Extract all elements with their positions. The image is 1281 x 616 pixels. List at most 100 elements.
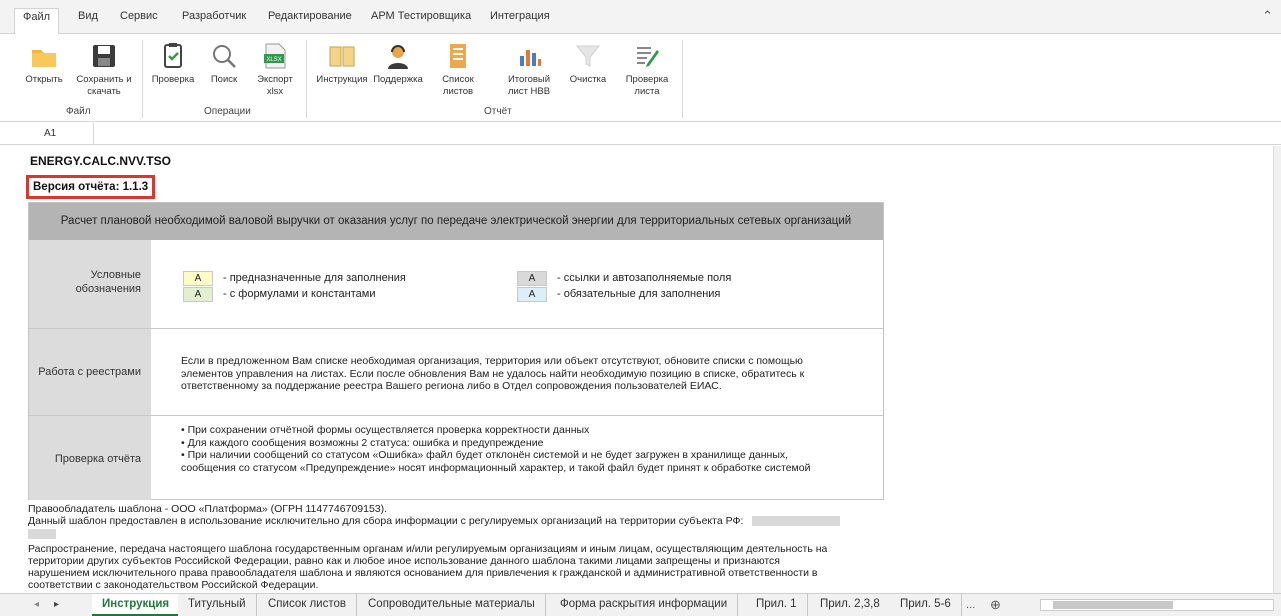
legal-line: Распространение, передача настоящего шаб… <box>28 543 828 555</box>
svg-text:XLSX: XLSX <box>266 57 281 63</box>
report-version-text: Версия отчёта: 1.1.3 <box>33 181 149 193</box>
tab-view[interactable]: Вид <box>78 10 98 22</box>
sheet-tab-title[interactable]: Титульный <box>178 594 257 616</box>
legend-sample-formula: A <box>183 287 213 302</box>
tab-editing[interactable]: Редактирование <box>268 10 352 22</box>
nvv-summary-label: Итоговый лист НВВ <box>507 74 551 97</box>
sheet-tab-app56[interactable]: Прил. 5-6 <box>890 594 962 616</box>
registries-text: Если в предложенном Вам списке необходим… <box>181 355 804 393</box>
open-button[interactable]: Открыть <box>22 42 66 86</box>
add-sheet-icon[interactable]: ⊕ <box>990 597 1001 613</box>
check-button[interactable]: Проверка <box>150 42 196 86</box>
sheet-area: ENERGY.CALC.NVV.TSO Версия отчёта: 1.1.3… <box>0 146 1281 593</box>
vertical-scrollbar[interactable] <box>1273 146 1281 593</box>
clear-label: Очистка <box>569 74 607 85</box>
copyright-line: Правообладатель шаблона - ООО «Платформа… <box>28 503 388 515</box>
instruction-label: Инструкция <box>316 74 368 85</box>
check-line: сообщения со статусом «Предупреждение» н… <box>181 461 811 474</box>
tab-service[interactable]: Сервис <box>120 10 158 22</box>
row-divider <box>29 328 883 329</box>
sheets-list-label: Список листов <box>442 74 474 97</box>
instruction-table: Расчет плановой необходимой валовой выру… <box>28 202 884 500</box>
prev-sheet-icon[interactable]: ◂ <box>34 599 39 610</box>
sheet-tab-app238[interactable]: Прил. 2,3,8 <box>810 594 891 616</box>
save-icon <box>93 45 115 67</box>
check-label: Проверка <box>151 74 195 85</box>
sheet-check-icon <box>637 47 659 67</box>
registries-line: ответственному за поддержание реестра Ва… <box>181 380 722 392</box>
clear-button[interactable]: Очистка <box>568 42 608 86</box>
usage-line: Данный шаблон предоставлен в использован… <box>28 515 841 528</box>
legend-text-links: - ссылки и автозаполняемые поля <box>557 272 732 284</box>
check-text: • При сохранении отчётной формы осуществ… <box>181 424 810 474</box>
more-sheets-icon[interactable]: ... <box>966 599 975 611</box>
filter-clear-icon <box>575 45 601 67</box>
book-icon <box>329 46 355 67</box>
xlsx-icon: XLSX <box>264 43 286 69</box>
search-button[interactable]: Поиск <box>204 42 244 86</box>
check-label-cell: Проверка отчёта <box>29 416 151 500</box>
sheets-list-icon <box>450 44 466 68</box>
group-separator <box>682 40 683 118</box>
sheet-tab-materials[interactable]: Сопроводительные материалы <box>358 594 546 616</box>
sheet-tab-instruction[interactable]: Инструкция <box>92 594 181 616</box>
legend-text-required: - обязательные для заполнения <box>557 288 721 300</box>
folder-icon <box>32 50 56 67</box>
tab-integration[interactable]: Интеграция <box>490 10 550 22</box>
open-label: Открыть <box>25 74 63 85</box>
legend-label-text: Условные обозначения <box>75 269 141 295</box>
sheet-check-label: Проверка листа <box>625 74 669 97</box>
sheets-list-button[interactable]: Список листов <box>438 42 478 98</box>
check-line: • При наличии сообщений со статусом «Оши… <box>181 449 789 461</box>
collapse-ribbon-icon[interactable]: ⌃ <box>1262 8 1273 24</box>
chart-icon <box>520 50 541 66</box>
group-label-operations: Операции <box>204 106 251 117</box>
legend-text-input: - предназначенные для заполнения <box>223 272 406 284</box>
legal-line: нарушением исключительного права правооб… <box>28 567 818 579</box>
search-label: Поиск <box>210 74 238 85</box>
check-icon <box>164 43 182 68</box>
legal-line: территории других субъектов Российской Ф… <box>28 555 780 567</box>
next-sheet-icon[interactable]: ▸ <box>54 599 59 610</box>
group-separator <box>142 40 143 118</box>
row-divider <box>29 415 883 416</box>
legend-sample-required: A <box>517 287 547 302</box>
usage-text: Данный шаблон предоставлен в использован… <box>28 515 744 527</box>
table-header: Расчет плановой необходимой валовой выру… <box>29 203 883 240</box>
group-separator <box>306 40 307 118</box>
group-label-file: Файл <box>66 106 91 117</box>
save-download-label: Сохранить и скачать <box>76 74 132 97</box>
sheet-tab-disclosure[interactable]: Форма раскрытия информации <box>550 594 739 616</box>
tab-file[interactable]: Файл <box>14 8 60 35</box>
instruction-button[interactable]: Инструкция <box>314 42 370 86</box>
sheet-check-button[interactable]: Проверка листа <box>620 42 674 98</box>
export-xlsx-button[interactable]: XLSX Экспорт xlsx <box>252 42 298 98</box>
redacted-region <box>752 516 841 527</box>
legend-sample-links: A <box>517 271 547 286</box>
support-label: Поддержка <box>373 74 423 85</box>
redacted-region <box>28 529 56 540</box>
legal-line: соответствии с законодательством Российс… <box>28 579 319 591</box>
redacted-line <box>28 528 56 541</box>
group-label-report: Отчёт <box>484 106 512 117</box>
sheet-tab-app1[interactable]: Прил. 1 <box>746 594 808 616</box>
horizontal-scrollbar[interactable] <box>1040 599 1274 611</box>
search-icon <box>213 45 236 68</box>
nvv-summary-button[interactable]: Итоговый лист НВВ <box>500 42 558 98</box>
export-xlsx-label: Экспорт xlsx <box>257 74 293 97</box>
sheet-tab-bar: ◂ ▸ Инструкция Титульный Список листов С… <box>0 593 1281 616</box>
support-button[interactable]: Поддержка <box>372 42 424 86</box>
horizontal-scroll-thumb[interactable] <box>1053 601 1173 609</box>
report-version: Версия отчёта: 1.1.3 <box>26 175 156 199</box>
ribbon-tab-bar: Файл Вид Сервис Разработчик Редактирован… <box>0 0 1281 35</box>
formula-bar: A1 <box>0 123 1281 145</box>
save-download-button[interactable]: Сохранить и скачать <box>74 42 134 98</box>
check-line: • При сохранении отчётной формы осуществ… <box>181 424 590 436</box>
tab-tester[interactable]: АРМ Тестировщика <box>371 10 471 22</box>
tab-developer[interactable]: Разработчик <box>182 10 246 22</box>
registries-line: элементов управления на листах. Если пос… <box>181 367 805 380</box>
cell-reference[interactable]: A1 <box>0 123 94 145</box>
report-code: ENERGY.CALC.NVV.TSO <box>30 154 171 168</box>
registries-label: Работа с реестрами <box>29 329 151 415</box>
sheet-tab-sheets-list[interactable]: Список листов <box>258 594 357 616</box>
